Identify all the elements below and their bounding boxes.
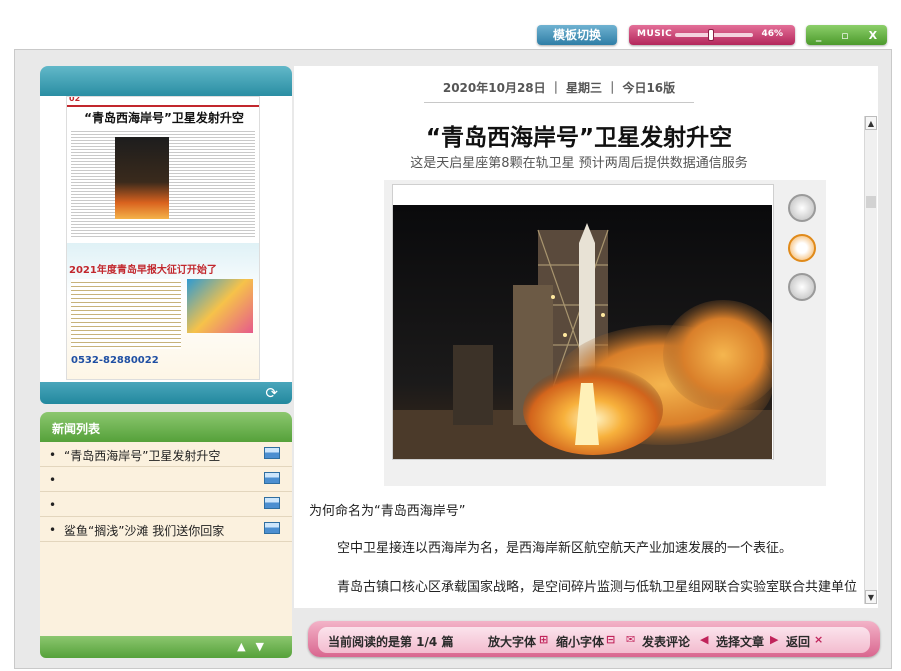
thumb-ad: 2021年度青岛早报大征订开始了 0532-82880022 bbox=[67, 243, 259, 379]
news-list-footer: ▲▼ bbox=[40, 636, 292, 658]
thumb-photo bbox=[115, 137, 169, 219]
minimize-button[interactable]: _ bbox=[816, 29, 822, 42]
maximize-button[interactable]: ▫ bbox=[841, 29, 848, 42]
music-volume-slider[interactable] bbox=[675, 29, 753, 41]
thumb-ad-lines bbox=[71, 279, 181, 349]
page-thumbnail-header bbox=[40, 66, 292, 96]
bullet-icon: • bbox=[49, 498, 57, 512]
news-list-item[interactable]: • “青岛西海岸号”卫星发射升空 bbox=[40, 442, 292, 467]
select-article-button[interactable]: 选择文章 bbox=[716, 633, 764, 650]
news-list-item[interactable]: • 鲨鱼“搁浅”沙滩 我们送你回家 bbox=[40, 517, 292, 542]
video-camera-icon[interactable] bbox=[788, 194, 816, 222]
zoom-in-icon[interactable]: ⊞ bbox=[539, 633, 548, 646]
article-title: “青岛西海岸号”卫星发射升空 bbox=[425, 125, 733, 151]
reading-position: 当前阅读的是第 1/4 篇 bbox=[328, 635, 454, 649]
news-list-header: 新闻列表 bbox=[40, 412, 292, 442]
edition-text: 今日16版 bbox=[622, 81, 676, 95]
article-paragraph-clip: 青岛古镇口核心区承载国家战略，是空间碎片监测与低轨卫星组网联合实验室联合共建单位… bbox=[309, 574, 859, 604]
rocket-launch-photo[interactable] bbox=[393, 205, 772, 459]
bullet-icon: • bbox=[49, 448, 57, 462]
news-list-item-label: “青岛西海岸号”卫星发射升空 bbox=[64, 449, 221, 463]
thumb-headline: “青岛西海岸号”卫星发射升空 bbox=[84, 111, 244, 125]
separator: ｜ bbox=[606, 81, 619, 95]
window-controls: _ ▫ X bbox=[806, 25, 887, 45]
close-x-icon[interactable]: × bbox=[814, 633, 823, 646]
screen-icon[interactable] bbox=[264, 497, 280, 509]
scroll-down-button[interactable]: ▼ bbox=[865, 590, 877, 604]
template-switch-button[interactable]: 模板切换 bbox=[537, 25, 617, 45]
zoom-out-button[interactable]: 缩小字体 bbox=[556, 633, 604, 650]
article-paragraph: 空中卫星接连以西海岸为名，是西海岸新区航空航天产业加速发展的一个表征。 bbox=[337, 541, 793, 556]
article-subtitle: 这是天启星座第8颗在轨卫星 预计两周后提供数据通信服务 bbox=[410, 156, 748, 171]
chevron-right-icon[interactable]: ▶ bbox=[770, 633, 778, 646]
scroll-thumb[interactable] bbox=[866, 196, 876, 208]
date-bar: 2020年10月28日 ｜ 星期三 ｜ 今日16版 bbox=[424, 76, 694, 103]
screen-icon[interactable] bbox=[264, 472, 280, 484]
music-percent: 46% bbox=[761, 29, 783, 39]
person-icon[interactable] bbox=[788, 234, 816, 262]
bullet-icon: • bbox=[49, 523, 57, 537]
headphones-icon[interactable] bbox=[788, 273, 816, 301]
close-button[interactable]: X bbox=[869, 29, 877, 42]
music-control[interactable]: MUSIC 46% bbox=[629, 25, 795, 45]
weekday-text: 星期三 bbox=[566, 81, 603, 95]
thumb-ad-title: 2021年度青岛早报大征订开始了 bbox=[69, 265, 217, 276]
rocket-launch-illustration bbox=[393, 205, 772, 459]
refresh-icon[interactable]: ⟳ bbox=[265, 384, 278, 402]
article-paragraph: 青岛古镇口核心区承载国家战略，是空间碎片监测与低轨卫星组网联合实验室联合共建单位… bbox=[337, 580, 858, 595]
news-list-title: 新闻列表 bbox=[52, 422, 101, 436]
news-list: • “青岛西海岸号”卫星发射升空 • • • 鲨鱼“搁浅”沙滩 我们送你回家 bbox=[40, 442, 292, 636]
news-list-item-label: 鲨鱼“搁浅”沙滩 我们送你回家 bbox=[64, 524, 225, 538]
envelope-icon[interactable]: ✉ bbox=[626, 633, 635, 646]
date-text: 2020年10月28日 bbox=[442, 81, 546, 95]
news-list-item[interactable]: • bbox=[40, 467, 292, 492]
scroll-up-button[interactable]: ▲ bbox=[865, 116, 877, 130]
back-button[interactable]: 返回 bbox=[786, 633, 810, 650]
thumb-ad-image bbox=[187, 279, 253, 333]
separator: ｜ bbox=[549, 81, 562, 95]
screen-icon[interactable] bbox=[264, 522, 280, 534]
page-thumbnail[interactable]: 02 “青岛西海岸号”卫星发射升空 2021年度青岛早报大征订开始了 0532-… bbox=[66, 96, 260, 380]
news-list-item[interactable]: • bbox=[40, 492, 292, 517]
comment-button[interactable]: 发表评论 bbox=[642, 633, 690, 650]
article-caption: 为何命名为“青岛西海岸号” bbox=[309, 504, 466, 519]
article-scrollbar[interactable]: ▲ ▼ bbox=[864, 116, 877, 604]
thumb-page-label: 02 bbox=[69, 96, 81, 103]
zoom-out-icon[interactable]: ⊟ bbox=[606, 633, 615, 646]
thumb-ad-phone: 0532-82880022 bbox=[71, 355, 159, 366]
page-thumbnail-footer: ⟳ bbox=[40, 382, 292, 404]
zoom-in-button[interactable]: 放大字体 bbox=[488, 633, 536, 650]
music-volume-knob[interactable] bbox=[707, 29, 714, 41]
list-scroll-arrows[interactable]: ▲▼ bbox=[237, 640, 274, 653]
screen-icon[interactable] bbox=[264, 447, 280, 459]
music-label: MUSIC bbox=[637, 29, 673, 39]
bullet-icon: • bbox=[49, 473, 57, 487]
chevron-left-icon[interactable]: ◀ bbox=[700, 633, 708, 646]
